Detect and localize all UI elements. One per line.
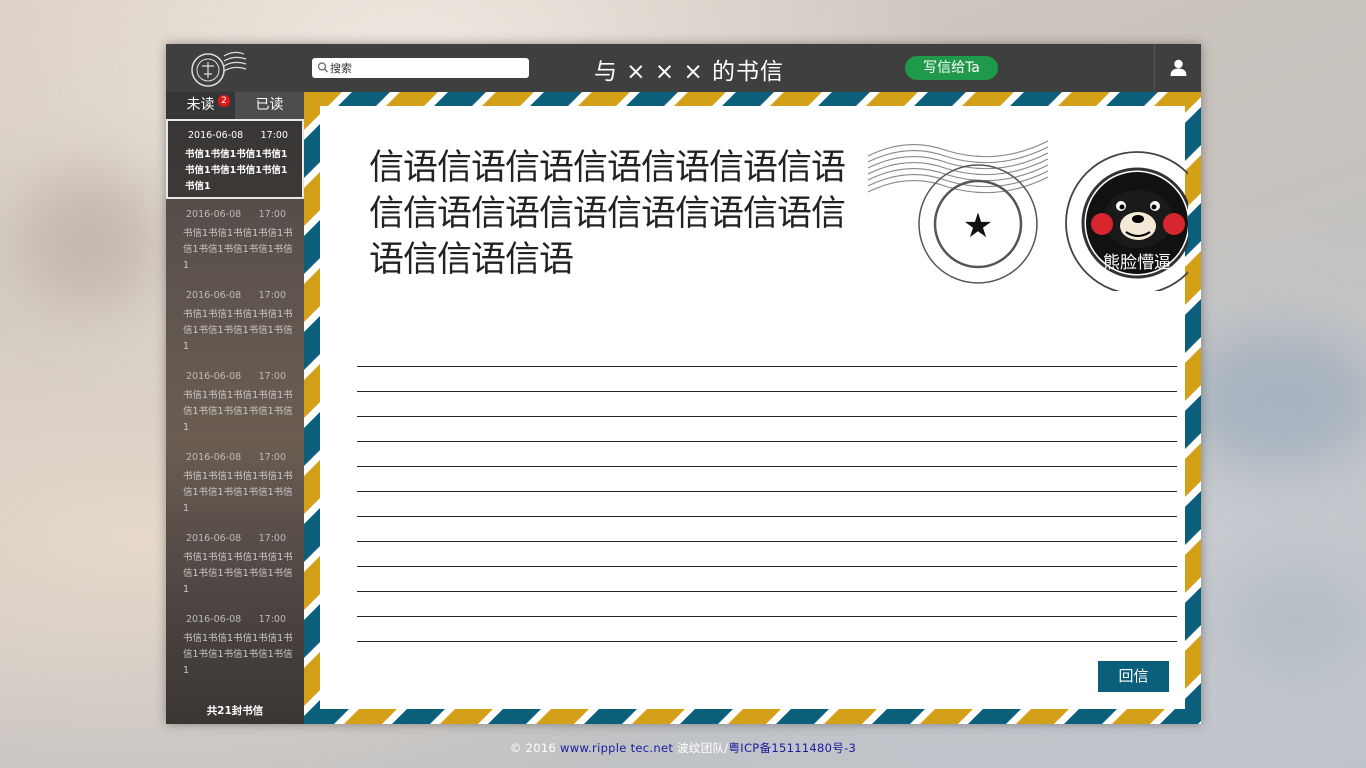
footer-team: 波纹团队/ — [673, 741, 729, 755]
letter-list-item[interactable]: 2016-06-08 17:00 书信1书信1书信1书信1书信1书信1书信1书信1书… — [166, 443, 304, 523]
postmark-logo-icon — [191, 51, 247, 87]
ruled-line — [357, 367, 1177, 392]
ruled-line — [357, 517, 1177, 542]
letter-list-item[interactable]: 2016-06-08 17:00 书信1书信1书信1书信1书信1书信1书信1书信1书… — [166, 200, 304, 280]
letter-date: 2016-06-08 — [186, 614, 242, 625]
write-letter-button[interactable]: 写信给Ta — [905, 56, 998, 80]
letter-sidebar: 未读 2 已读 2016-06-08 17:00 书信1书信1书信1书信1书信1书信… — [166, 92, 304, 724]
letter-list-item[interactable]: 2016-06-08 17:00 书信1书信1书信1书信1书信1书信1书信1书信1书… — [166, 362, 304, 442]
letter-meta: 2016-06-08 17:00 — [186, 533, 286, 544]
letter-meta: 2016-06-08 17:00 — [186, 209, 286, 220]
ruled-line — [357, 542, 1177, 567]
letter-date: 2016-06-08 — [188, 130, 244, 141]
user-button[interactable] — [1154, 44, 1202, 92]
letter-time: 17:00 — [258, 614, 286, 625]
search-input[interactable] — [330, 58, 520, 78]
letter-meta: 2016-06-08 17:00 — [186, 371, 286, 382]
letter-total-count: 共21封书信 — [206, 705, 264, 717]
letter-preview: 书信1书信1书信1书信1书信1书信1书信1书信1书信1 — [183, 309, 293, 352]
page-title: 与 × × × 的书信 — [594, 59, 785, 85]
footer-icp-link[interactable]: 粤ICP备15111480号-3 — [728, 741, 856, 755]
tab-unread-label: 未读 — [186, 97, 215, 113]
svg-text:★: ★ — [963, 206, 993, 246]
letter-meta: 2016-06-08 17:00 — [186, 614, 286, 625]
background-blur — [1220, 560, 1366, 680]
letter-time: 17:00 — [258, 533, 286, 544]
ruled-line — [357, 467, 1177, 492]
letter-preview: 书信1书信1书信1书信1书信1书信1书信1书信1书信1 — [183, 390, 293, 433]
ruled-line — [357, 492, 1177, 517]
unread-count-badge: 2 — [218, 95, 230, 107]
letter-meta: 2016-06-08 17:00 — [188, 130, 288, 141]
ruled-line — [357, 617, 1177, 642]
letter-date: 2016-06-08 — [186, 452, 242, 463]
letter-preview: 书信1书信1书信1书信1书信1书信1书信1书信1书信1 — [183, 552, 293, 595]
letter-envelope: 信语信语信语信语信语信语信语信信语信语信语信语信语信语信语信信语信语 ★ 熊脸懵… — [304, 92, 1201, 724]
ruled-line — [357, 417, 1177, 442]
letter-date: 2016-06-08 — [186, 209, 242, 220]
ruled-lines — [357, 342, 1177, 642]
letter-date: 2016-06-08 — [186, 371, 242, 382]
footer-copyright: © 2016 — [509, 741, 561, 755]
reply-button[interactable]: 回信 — [1098, 661, 1169, 692]
top-bar: 与 × × × 的书信 写信给Ta — [166, 44, 1201, 93]
letter-time: 17:00 — [260, 130, 288, 141]
search-box[interactable] — [312, 58, 529, 78]
letter-date: 2016-06-08 — [186, 290, 242, 301]
letter-meta: 2016-06-08 17:00 — [186, 290, 286, 301]
letter-list-item[interactable]: 2016-06-08 17:00 书信1书信1书信1书信1书信1书信1书信1书信1书… — [166, 281, 304, 361]
letter-list-item[interactable]: 2016-06-08 17:00 书信1书信1书信1书信1书信1书信1书信1书信1书… — [166, 524, 304, 604]
tab-unread[interactable]: 未读 2 — [166, 92, 235, 119]
letter-preview: 书信1书信1书信1书信1书信1书信1书信1书信1书信1 — [183, 471, 293, 514]
letter-list-item[interactable]: 2016-06-08 17:00 书信1书信1书信1书信1书信1书信1书信1书信1书… — [166, 119, 304, 199]
letter-meta: 2016-06-08 17:00 — [186, 452, 286, 463]
letter-preview: 书信1书信1书信1书信1书信1书信1书信1书信1书信1 — [185, 149, 288, 192]
stamp-postmark-icon: ★ 熊脸懵逼 — [868, 140, 1188, 291]
letter-list-item[interactable]: 2016-06-08 17:00 书信1书信1书信1书信1书信1书信1书信1书信1书… — [166, 605, 304, 685]
sidebar-tabs: 未读 2 已读 — [166, 92, 304, 119]
letter-time: 17:00 — [258, 209, 286, 220]
footer-site-link[interactable]: www.ripple tec.net — [560, 741, 673, 755]
letter-preview: 书信1书信1书信1书信1书信1书信1书信1书信1书信1 — [183, 228, 293, 271]
letter-message: 信语信语信语信语信语信语信语信信语信语信语信语信语信语信语信信语信语 — [369, 148, 846, 280]
search-icon — [317, 62, 328, 73]
ruled-line — [357, 592, 1177, 617]
letter-time: 17:00 — [258, 290, 286, 301]
ruled-line — [357, 392, 1177, 417]
letter-time: 17:00 — [258, 371, 286, 382]
ruled-line — [357, 442, 1177, 467]
letter-date: 2016-06-08 — [186, 533, 242, 544]
footer: © 2016 www.ripple tec.net 波纹团队/粤ICP备1511… — [0, 740, 1366, 756]
stamp-caption: 熊脸懵逼 — [1103, 253, 1171, 273]
background-blur — [20, 170, 160, 310]
ruled-line — [357, 342, 1177, 367]
user-icon — [1170, 59, 1187, 76]
letter-preview: 书信1书信1书信1书信1书信1书信1书信1书信1书信1 — [183, 633, 293, 676]
letter-time: 17:00 — [258, 452, 286, 463]
ruled-line — [357, 567, 1177, 592]
tab-read[interactable]: 已读 — [235, 92, 304, 119]
background-blur — [1180, 330, 1366, 470]
letter-paper: 信语信语信语信语信语信语信语信信语信语信语信语信语信语信语信信语信语 ★ 熊脸懵… — [320, 106, 1188, 709]
mail-window: 与 × × × 的书信 写信给Ta 未读 2 已读 2016-06-08 17:0… — [166, 44, 1201, 724]
